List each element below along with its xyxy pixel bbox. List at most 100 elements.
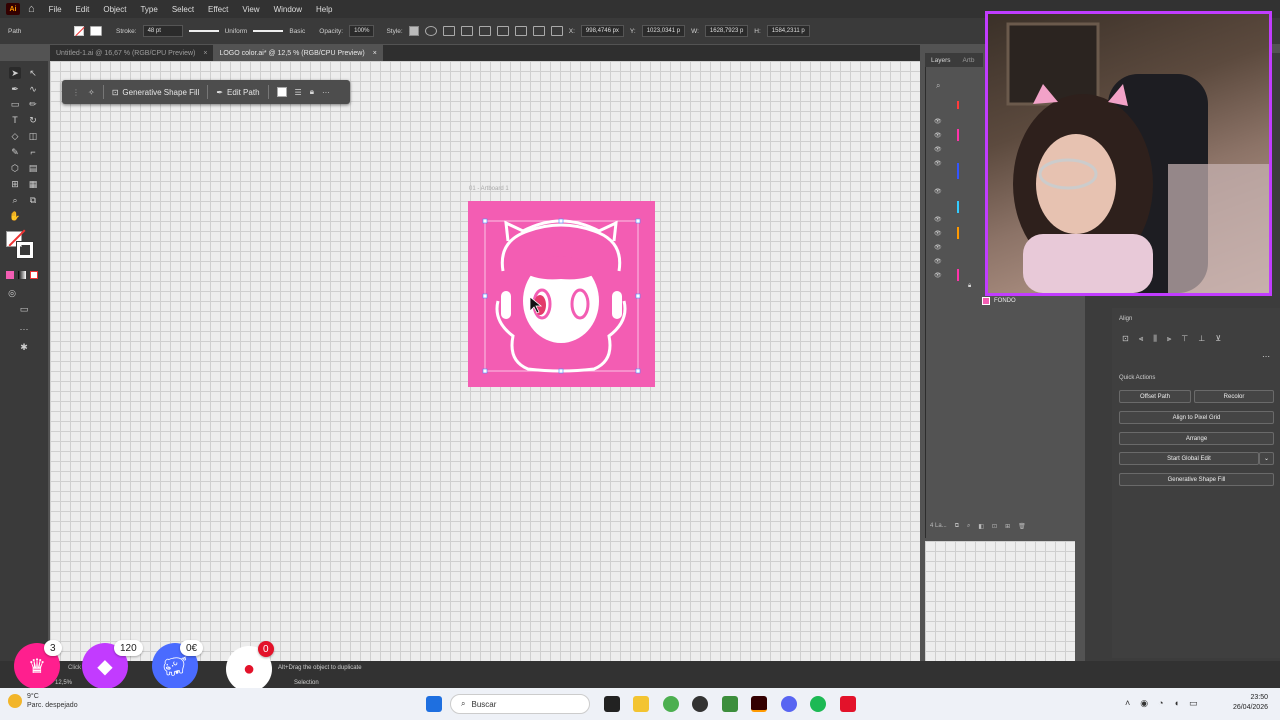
- home-icon[interactable]: ⌂: [28, 3, 35, 15]
- stroke-color-icon[interactable]: [16, 241, 34, 259]
- w-field[interactable]: 1628,7923 p: [704, 25, 749, 37]
- align-top-icon[interactable]: ⊤: [1181, 334, 1188, 344]
- transform-icon[interactable]: [550, 26, 563, 36]
- chevron-down-icon[interactable]: ⌄: [1259, 452, 1274, 465]
- stroke-weight-field[interactable]: 48 pt: [142, 25, 183, 37]
- tab-untitled[interactable]: Untitled-1.ai @ 16,67 % (RGB/CPU Preview…: [50, 45, 213, 61]
- curvature-tool-icon[interactable]: ∿: [27, 83, 39, 95]
- menu-edit[interactable]: Edit: [76, 5, 90, 14]
- menu-type[interactable]: Type: [140, 5, 157, 14]
- illustrator-taskbar-icon[interactable]: [751, 696, 767, 712]
- weather-widget[interactable]: 9°C Parc. despejado: [8, 692, 78, 710]
- streaming-app-icon[interactable]: [840, 696, 856, 712]
- more-options-icon[interactable]: ···: [322, 88, 330, 97]
- profile-select[interactable]: Uniform: [225, 28, 248, 35]
- edit-toolbar-icon[interactable]: ✱: [18, 341, 30, 353]
- windows-start-icon[interactable]: [426, 696, 442, 712]
- tab-layers[interactable]: Layers: [931, 57, 951, 64]
- align-top-icon[interactable]: [496, 26, 509, 36]
- new-layer-icon[interactable]: ⊞: [1005, 523, 1010, 530]
- align-right-icon[interactable]: ⫸: [1167, 334, 1172, 344]
- screen-mode-icon[interactable]: ▭: [18, 303, 30, 315]
- make-clipping-mask-icon[interactable]: ◧: [978, 523, 984, 530]
- layer-lock-icon[interactable]: 🔒︎: [968, 283, 971, 290]
- align-center-icon[interactable]: [460, 26, 473, 36]
- recolor-icon[interactable]: [424, 26, 437, 36]
- align-hcenter-icon[interactable]: ⫼: [1153, 334, 1157, 344]
- collect-export-icon[interactable]: ⧉: [955, 523, 959, 530]
- taskbar-search[interactable]: ⌕ Buscar: [450, 694, 590, 714]
- chrome-icon[interactable]: [663, 696, 679, 712]
- menu-file[interactable]: File: [49, 5, 62, 14]
- menu-help[interactable]: Help: [316, 5, 332, 14]
- app-icon[interactable]: [722, 696, 738, 712]
- align-bottom-icon[interactable]: [532, 26, 545, 36]
- arrange-button[interactable]: Arrange: [1119, 432, 1274, 445]
- spotify-icon[interactable]: [810, 696, 826, 712]
- recolor-button[interactable]: Recolor: [1194, 390, 1274, 403]
- slice-tool-icon[interactable]: ⧉: [27, 194, 39, 206]
- edit-path-button[interactable]: ✒ Edit Path: [216, 88, 259, 97]
- offset-path-button[interactable]: Offset Path: [1119, 390, 1191, 403]
- volume-icon[interactable]: ◖: [1174, 698, 1179, 709]
- color-mode-icon[interactable]: [6, 271, 14, 279]
- new-sublayer-icon[interactable]: ⊡: [992, 523, 997, 530]
- hamburger-icon[interactable]: ☰: [295, 88, 302, 97]
- delete-icon[interactable]: 🗑︎: [1018, 523, 1026, 530]
- menu-window[interactable]: Window: [274, 5, 302, 14]
- eyedropper-tool-icon[interactable]: ⌐: [27, 146, 39, 158]
- visibility-column[interactable]: 👁︎ 👁︎ 👁︎ 👁︎ 👁︎ 👁︎ 👁︎ 👁︎ 👁︎ 👁︎: [934, 115, 942, 279]
- discord-icon[interactable]: [781, 696, 797, 712]
- layers-search-icon[interactable]: ⌕: [936, 81, 940, 91]
- battery-icon[interactable]: ▭: [1189, 698, 1198, 709]
- style-swatch-icon[interactable]: [408, 26, 419, 36]
- align-left-icon[interactable]: ⫷: [1139, 334, 1144, 344]
- start-global-edit-button[interactable]: Start Global Edit: [1119, 452, 1259, 465]
- artboard-label[interactable]: 01 - Artboard 1: [469, 186, 509, 192]
- gradient-mode-icon[interactable]: [18, 271, 26, 279]
- brush-tool-icon[interactable]: ✎: [9, 146, 21, 158]
- network-icon[interactable]: ◉: [1140, 698, 1148, 709]
- brush-select[interactable]: Basic: [289, 28, 305, 35]
- menu-view[interactable]: View: [242, 5, 259, 14]
- chevron-up-icon[interactable]: ˄: [1125, 698, 1130, 709]
- align-middle-icon[interactable]: [514, 26, 527, 36]
- menu-effect[interactable]: Effect: [208, 5, 228, 14]
- task-view-icon[interactable]: [604, 696, 620, 712]
- menu-select[interactable]: Select: [172, 5, 194, 14]
- generative-shape-fill-button[interactable]: Generative Shape Fill: [1119, 473, 1274, 486]
- x-field[interactable]: 998,4746 px: [580, 25, 624, 37]
- artboard[interactable]: [468, 201, 655, 387]
- type-tool-icon[interactable]: T: [9, 114, 21, 126]
- ai-sparkle-icon[interactable]: ✧: [88, 88, 95, 97]
- align-vcenter-icon[interactable]: ⊥: [1198, 334, 1205, 344]
- shape-builder-tool-icon[interactable]: ⬡: [9, 162, 21, 174]
- align-pixel-grid-button[interactable]: Align to Pixel Grid: [1119, 411, 1274, 424]
- locate-object-icon[interactable]: ⌕: [967, 523, 970, 530]
- pencil-tool-icon[interactable]: ✏: [27, 98, 39, 110]
- selection-tool-icon[interactable]: ➤: [9, 67, 21, 79]
- illustrator-logo-icon[interactable]: Ai: [6, 3, 20, 15]
- pen-tool-icon[interactable]: ✒: [9, 83, 21, 95]
- fill-swatch-icon[interactable]: [74, 26, 84, 36]
- eraser-tool-icon[interactable]: ◇: [9, 130, 21, 142]
- obs-icon[interactable]: [692, 696, 708, 712]
- align-left-icon[interactable]: [442, 26, 455, 36]
- zoom-level[interactable]: 12,5%: [55, 680, 72, 686]
- menu-object[interactable]: Object: [103, 5, 126, 14]
- file-explorer-icon[interactable]: [633, 696, 649, 712]
- opacity-field[interactable]: 100%: [349, 25, 375, 37]
- h-field[interactable]: 1584,2311 p: [766, 25, 810, 37]
- generative-shape-fill-button[interactable]: ⊡ Generative Shape Fill: [112, 88, 200, 97]
- y-field[interactable]: 1023,0341 p: [641, 25, 686, 37]
- more-options-icon[interactable]: ⋯: [1262, 352, 1270, 361]
- stroke-swatch-icon[interactable]: [90, 26, 102, 36]
- close-icon[interactable]: ×: [373, 50, 377, 57]
- hand-tool-icon[interactable]: ✋: [9, 210, 21, 222]
- align-bottom-icon[interactable]: ⊻: [1215, 334, 1221, 344]
- gradient-tool-icon[interactable]: ▤: [27, 162, 39, 174]
- close-icon[interactable]: ×: [203, 50, 207, 57]
- tab-artboards[interactable]: Artb: [963, 57, 975, 64]
- zoom-tool-icon[interactable]: ⌕: [9, 194, 21, 206]
- clock[interactable]: 23:50 26/04/2026: [1222, 693, 1268, 713]
